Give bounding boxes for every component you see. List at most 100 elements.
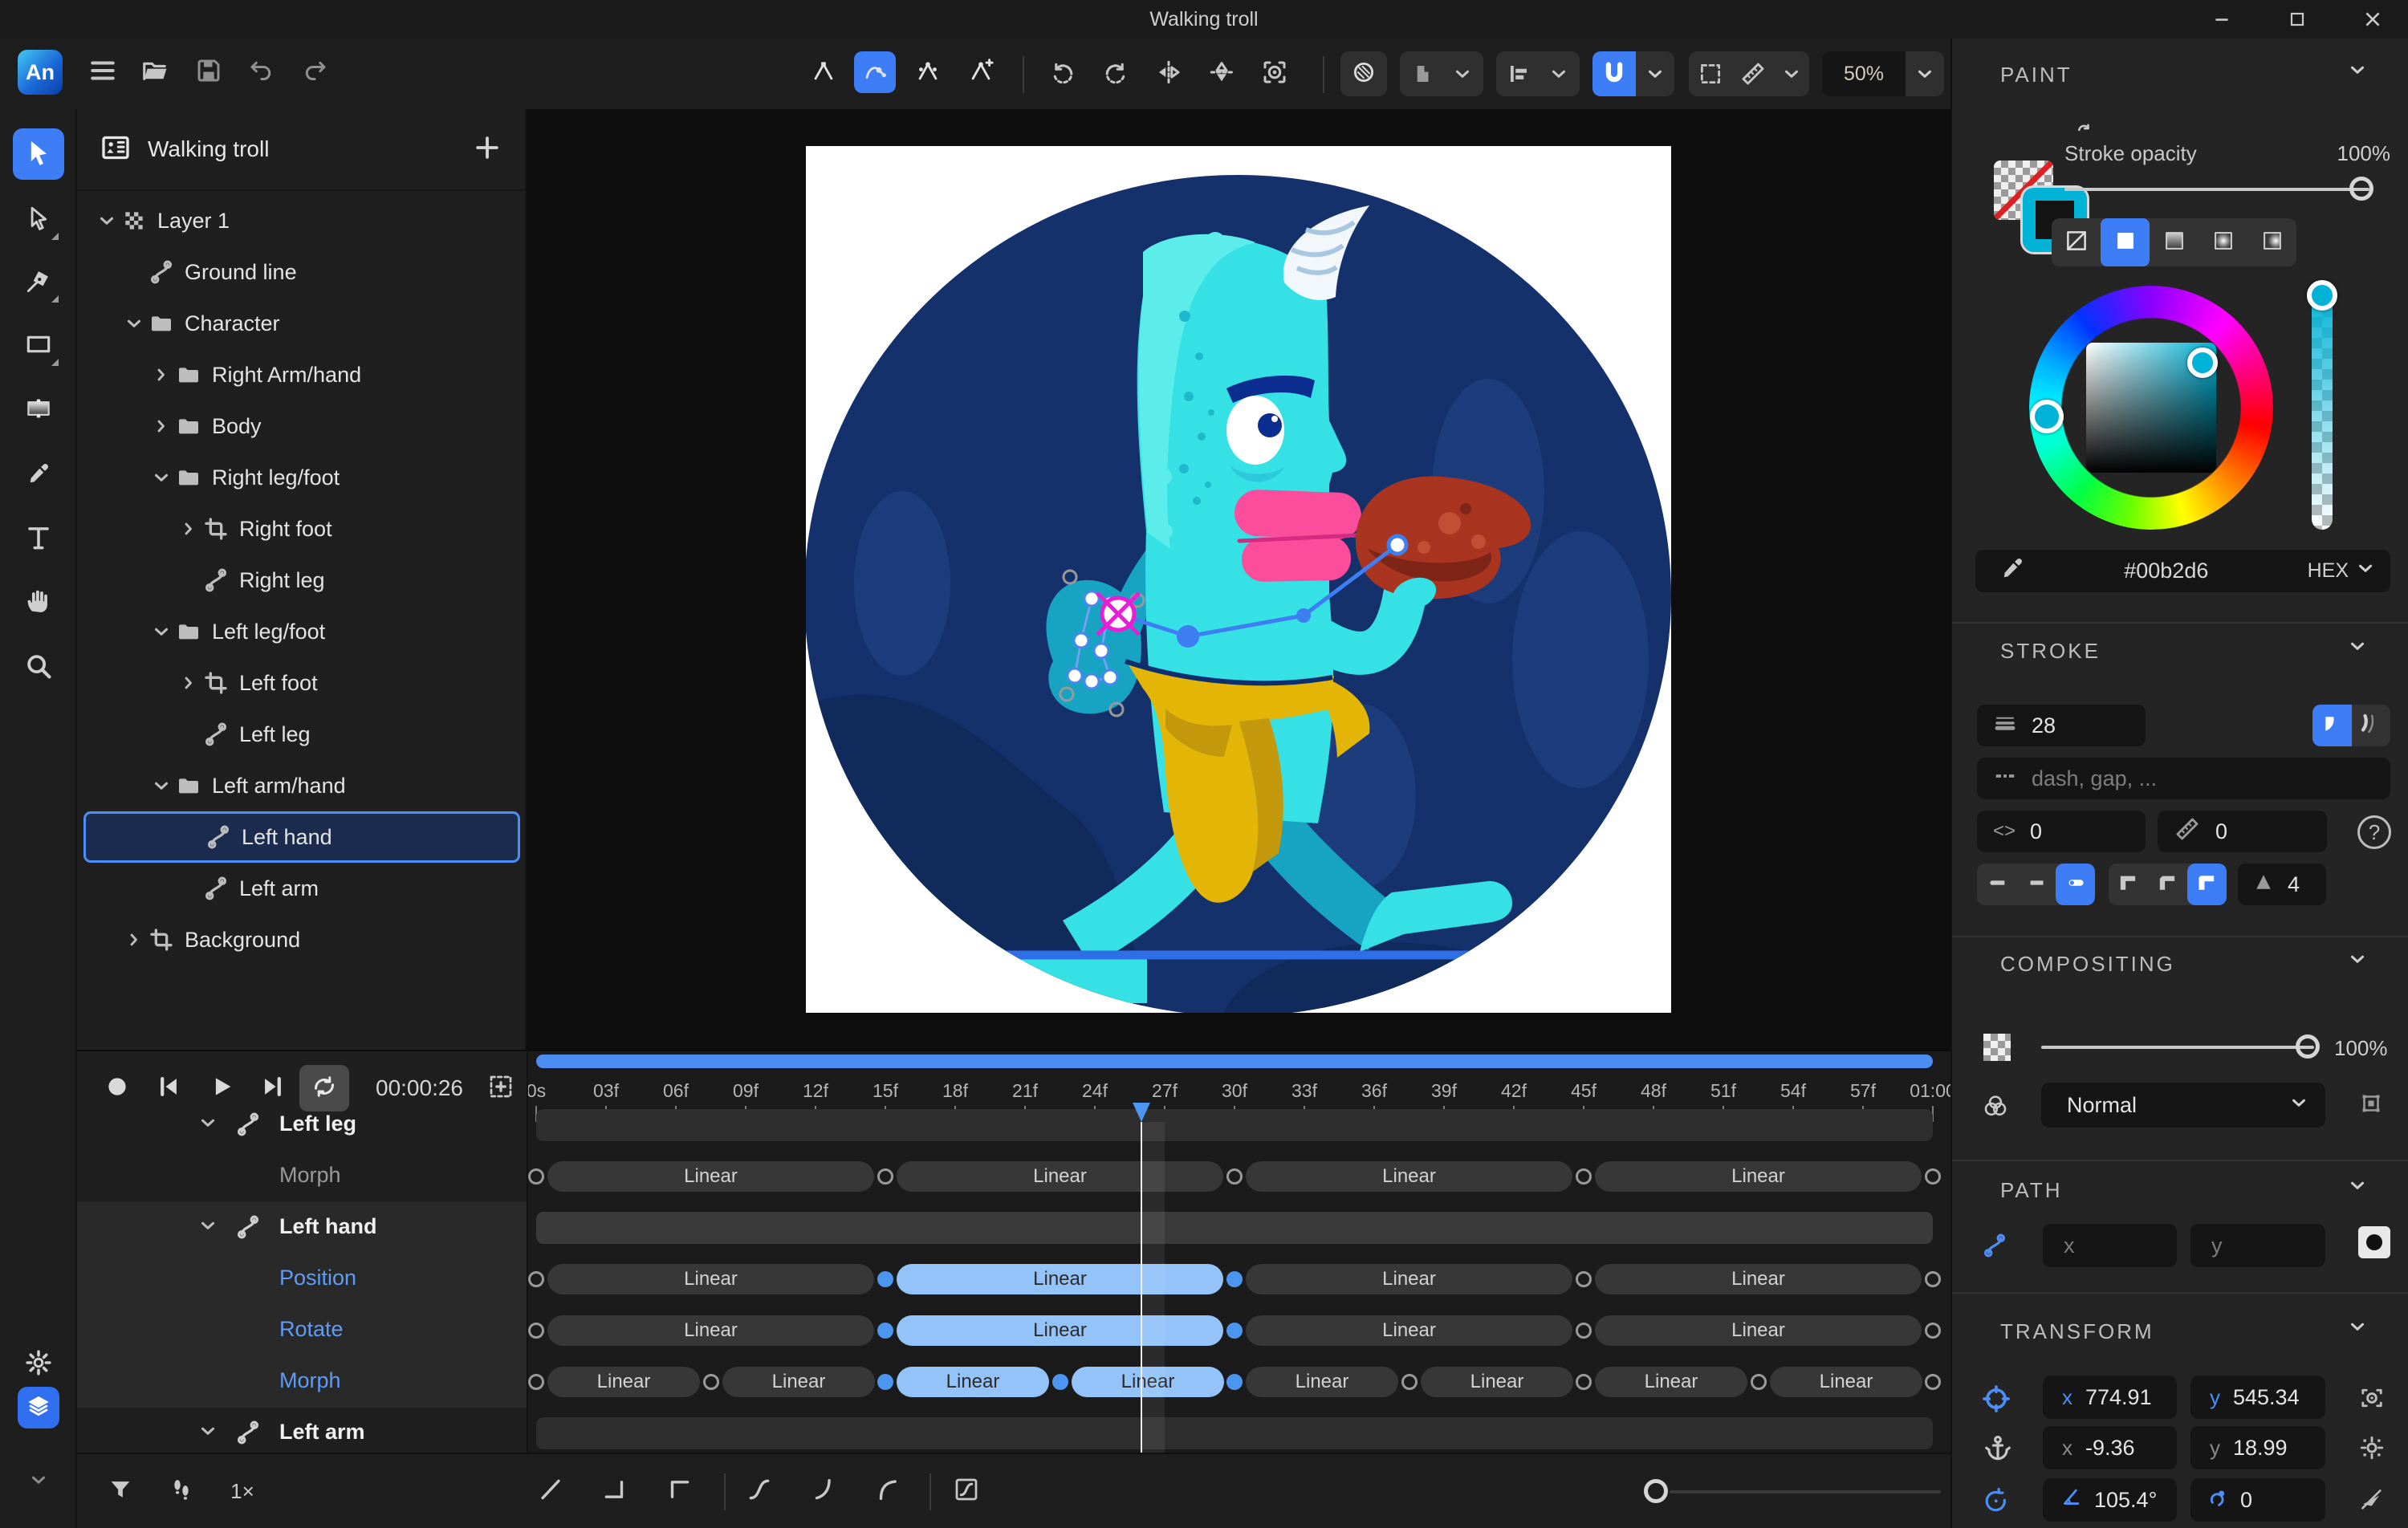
path-section-header[interactable]: PATH	[1952, 1178, 2408, 1215]
keyframe[interactable]	[1751, 1374, 1767, 1390]
track-label[interactable]: Left hand	[279, 1214, 377, 1239]
interpolation-span[interactable]: Linear	[1595, 1161, 1922, 1192]
feather-button[interactable]	[1340, 51, 1387, 96]
bend-tool-button[interactable]	[854, 51, 896, 93]
keyframe[interactable]	[1925, 1168, 1941, 1185]
interpolation-span[interactable]: Linear	[547, 1367, 700, 1397]
layer-item-left-leg[interactable]: Left leg	[83, 709, 520, 760]
paint-angular-button[interactable]	[2247, 218, 2296, 266]
interpolation-span[interactable]: Linear	[1246, 1264, 1572, 1294]
chevron-right-icon[interactable]	[175, 669, 202, 697]
stroke-help-button[interactable]: ?	[2357, 815, 2391, 849]
interpolation-span[interactable]: Linear	[1595, 1367, 1747, 1397]
zoom-tool[interactable]	[13, 642, 64, 693]
rotation-field[interactable]: 105.4°	[2043, 1478, 2177, 1522]
chevron-down-icon[interactable]	[148, 618, 175, 645]
layer-item-background[interactable]: Background	[83, 914, 520, 965]
anchor-x-field[interactable]: x-9.36	[2043, 1426, 2177, 1469]
group-summary-bar[interactable]	[536, 1109, 1933, 1141]
chevron-down-icon[interactable]	[120, 310, 148, 337]
keyframe[interactable]	[877, 1374, 893, 1390]
keyframe[interactable]	[1925, 1271, 1941, 1287]
track-label[interactable]: Left arm	[279, 1420, 365, 1445]
pen-tool[interactable]	[13, 257, 64, 308]
keyframe[interactable]	[1925, 1374, 1941, 1390]
reset-rotation-icon[interactable]	[2357, 1485, 2385, 1517]
node-tool-button[interactable]	[803, 51, 844, 93]
stroke-align-outside-button[interactable]	[2352, 705, 2390, 746]
boolean-dropdown[interactable]	[1400, 51, 1483, 96]
canvas-viewport[interactable]	[527, 109, 1950, 1050]
save-button[interactable]	[186, 50, 231, 95]
opacity-track[interactable]	[2041, 1046, 2314, 1049]
ease-in-button[interactable]	[865, 1454, 910, 1528]
undo-button[interactable]	[239, 50, 284, 95]
hex-value[interactable]: #00b2d6	[2025, 559, 2308, 583]
hue-handle[interactable]	[2030, 400, 2064, 433]
join-bevel-button[interactable]	[2148, 864, 2187, 905]
trim-length-field[interactable]: 0	[2158, 811, 2327, 852]
chevron-down-icon[interactable]	[93, 207, 120, 234]
menu-button[interactable]	[80, 50, 125, 95]
property-label[interactable]: Position	[279, 1266, 356, 1290]
keyframe[interactable]	[877, 1323, 893, 1339]
interpolation-span[interactable]: Linear	[1246, 1367, 1398, 1397]
zoom-dropdown[interactable]: 50%	[1822, 51, 1944, 96]
playhead-line[interactable]	[1141, 1122, 1142, 1453]
turns-field[interactable]: 0	[2190, 1478, 2325, 1522]
snap-dropdown[interactable]	[1592, 51, 1674, 96]
blend-mode-dropdown[interactable]: Normal	[2041, 1083, 2325, 1128]
eyedropper-tool[interactable]	[13, 449, 64, 501]
vertex-fill-button[interactable]	[2358, 1226, 2390, 1258]
timeline-zoom-handle[interactable]	[1644, 1479, 1668, 1503]
interp-linear-button[interactable]	[528, 1454, 573, 1528]
keyframe[interactable]	[528, 1374, 544, 1390]
select-tool[interactable]	[13, 128, 64, 180]
interpolation-span[interactable]: Linear	[897, 1161, 1223, 1192]
path-y-field[interactable]: y	[2190, 1224, 2325, 1267]
playhead-handle[interactable]	[1133, 1103, 1150, 1122]
collapse-button[interactable]	[13, 1456, 64, 1507]
gradient-tool[interactable]	[13, 384, 64, 436]
group-summary-bar[interactable]	[536, 1212, 1933, 1244]
paint-solid-button[interactable]	[2101, 218, 2150, 266]
interpolation-span[interactable]: Linear	[1595, 1264, 1922, 1294]
layer-item-left-hand[interactable]: Left hand	[83, 811, 520, 863]
filter-button[interactable]	[98, 1454, 143, 1528]
hex-field[interactable]: #00b2d6 HEX	[1975, 550, 2390, 592]
keyframe[interactable]	[1401, 1374, 1418, 1390]
keyframe[interactable]	[528, 1168, 544, 1185]
eyedropper-icon[interactable]	[1999, 555, 2025, 587]
stroke-opacity-handle[interactable]	[2349, 177, 2373, 201]
flip-vertical-button[interactable]	[1199, 51, 1244, 96]
paint-none-button[interactable]	[2052, 218, 2101, 266]
position-y-field[interactable]: y545.34	[2190, 1376, 2325, 1419]
opacity-handle[interactable]	[2296, 1034, 2320, 1059]
interpolation-span[interactable]: Linear	[1246, 1161, 1572, 1192]
join-miter-button[interactable]	[2109, 864, 2148, 905]
layer-item-ground-line[interactable]: Ground line	[83, 246, 520, 298]
hand-tool[interactable]	[13, 577, 64, 628]
direct-select-tool[interactable]	[13, 194, 64, 246]
chevron-right-icon[interactable]	[175, 515, 202, 543]
interpolation-span[interactable]: Linear	[897, 1367, 1049, 1397]
keyframe[interactable]	[528, 1323, 544, 1339]
transform-section-header[interactable]: TRANSFORM	[1952, 1319, 2408, 1356]
marquee-measure-dropdown[interactable]	[1689, 51, 1809, 96]
interp-hold-end-button[interactable]	[592, 1454, 637, 1528]
layer-item-layer-1[interactable]: Layer 1	[83, 195, 520, 246]
interpolation-span[interactable]: Linear	[547, 1161, 874, 1192]
paint-section-header[interactable]: PAINT	[1952, 63, 2408, 100]
stroke-width-field[interactable]: 28	[1977, 705, 2146, 746]
dash-field[interactable]: dash, gap, ...	[1977, 758, 2390, 799]
layer-item-left-leg-foot[interactable]: Left leg/foot	[83, 606, 520, 657]
interpolation-span[interactable]: Linear	[1770, 1367, 1922, 1397]
flip-horizontal-button[interactable]	[1146, 51, 1191, 96]
property-label[interactable]: Morph	[279, 1368, 341, 1393]
focus-origin-button[interactable]	[1252, 51, 1297, 96]
walk-cycle-button[interactable]	[159, 1454, 204, 1528]
mask-icon[interactable]	[2357, 1090, 2385, 1121]
chevron-down-icon[interactable]	[197, 1112, 218, 1139]
cap-square-button[interactable]	[2016, 864, 2056, 905]
stroke-align-inside-button[interactable]	[2312, 705, 2352, 746]
